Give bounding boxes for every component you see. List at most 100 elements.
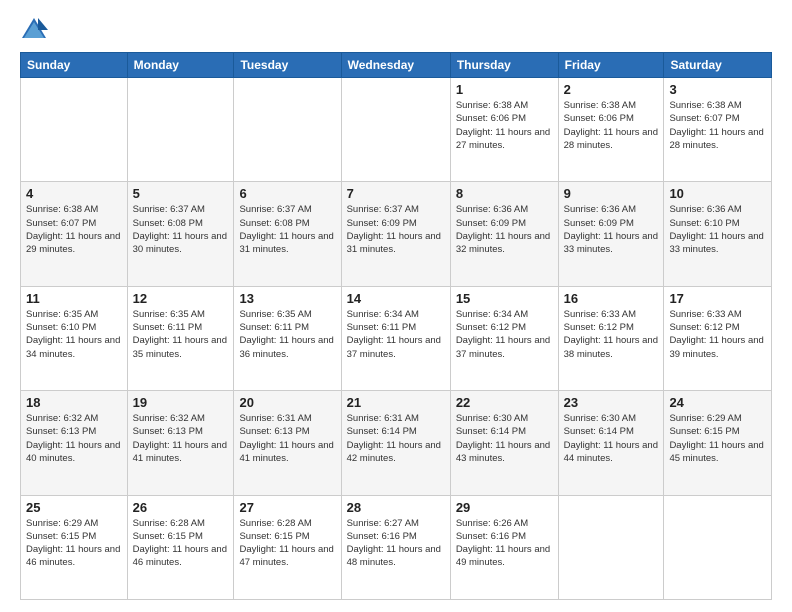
calendar-cell: 22 Sunrise: 6:30 AM Sunset: 6:14 PM Dayli…: [450, 391, 558, 495]
calendar-cell: [558, 495, 664, 599]
day-number: 29: [456, 500, 553, 515]
day-info: Sunrise: 6:36 AM Sunset: 6:09 PM Dayligh…: [564, 203, 659, 256]
logo-icon: [20, 16, 48, 44]
calendar-cell: 24 Sunrise: 6:29 AM Sunset: 6:15 PM Dayli…: [664, 391, 772, 495]
day-number: 1: [456, 82, 553, 97]
calendar-cell: [21, 78, 128, 182]
day-info: Sunrise: 6:28 AM Sunset: 6:15 PM Dayligh…: [239, 517, 335, 570]
calendar-cell: 13 Sunrise: 6:35 AM Sunset: 6:11 PM Dayli…: [234, 286, 341, 390]
calendar-cell: 28 Sunrise: 6:27 AM Sunset: 6:16 PM Dayli…: [341, 495, 450, 599]
calendar-cell: 15Sunrise: 6:34 AM Sunset: 6:12 PM Dayli…: [450, 286, 558, 390]
day-number: 17: [669, 291, 766, 306]
calendar-row: 18 Sunrise: 6:32 AM Sunset: 6:13 PM Dayli…: [21, 391, 772, 495]
calendar-cell: 11 Sunrise: 6:35 AM Sunset: 6:10 PM Dayli…: [21, 286, 128, 390]
day-number: 11: [26, 291, 122, 306]
day-info: Sunrise: 6:35 AM Sunset: 6:10 PM Dayligh…: [26, 308, 122, 361]
weekday-header: Friday: [558, 53, 664, 78]
day-info: Sunrise: 6:35 AM Sunset: 6:11 PM Dayligh…: [239, 308, 335, 361]
day-info: Sunrise: 6:35 AM Sunset: 6:11 PM Dayligh…: [133, 308, 229, 361]
header: [20, 16, 772, 44]
day-info: Sunrise: 6:30 AM Sunset: 6:14 PM Dayligh…: [564, 412, 659, 465]
day-number: 15: [456, 291, 553, 306]
day-info: Sunrise: 6:38 AM Sunset: 6:07 PM Dayligh…: [26, 203, 122, 256]
calendar-cell: 26 Sunrise: 6:28 AM Sunset: 6:15 PM Dayli…: [127, 495, 234, 599]
day-info: Sunrise: 6:37 AM Sunset: 6:08 PM Dayligh…: [239, 203, 335, 256]
calendar-cell: 19 Sunrise: 6:32 AM Sunset: 6:13 PM Dayli…: [127, 391, 234, 495]
day-info: Sunrise: 6:29 AM Sunset: 6:15 PM Dayligh…: [669, 412, 766, 465]
day-info: Sunrise: 6:31 AM Sunset: 6:14 PM Dayligh…: [347, 412, 445, 465]
calendar-cell: 4 Sunrise: 6:38 AM Sunset: 6:07 PM Daylig…: [21, 182, 128, 286]
calendar-cell: 6 Sunrise: 6:37 AM Sunset: 6:08 PM Daylig…: [234, 182, 341, 286]
day-number: 21: [347, 395, 445, 410]
day-number: 12: [133, 291, 229, 306]
day-info: Sunrise: 6:31 AM Sunset: 6:13 PM Dayligh…: [239, 412, 335, 465]
logo: [20, 16, 52, 44]
day-number: 19: [133, 395, 229, 410]
day-info: Sunrise: 6:34 AM Sunset: 6:11 PM Dayligh…: [347, 308, 445, 361]
calendar-cell: 9Sunrise: 6:36 AM Sunset: 6:09 PM Daylig…: [558, 182, 664, 286]
day-info: Sunrise: 6:32 AM Sunset: 6:13 PM Dayligh…: [133, 412, 229, 465]
day-number: 16: [564, 291, 659, 306]
calendar-cell: 12 Sunrise: 6:35 AM Sunset: 6:11 PM Dayli…: [127, 286, 234, 390]
day-number: 8: [456, 186, 553, 201]
day-number: 18: [26, 395, 122, 410]
calendar-cell: [127, 78, 234, 182]
calendar-cell: [664, 495, 772, 599]
day-info: Sunrise: 6:38 AM Sunset: 6:06 PM Dayligh…: [456, 99, 553, 152]
calendar-cell: 25Sunrise: 6:29 AM Sunset: 6:15 PM Dayli…: [21, 495, 128, 599]
day-number: 20: [239, 395, 335, 410]
calendar-cell: 23 Sunrise: 6:30 AM Sunset: 6:14 PM Dayli…: [558, 391, 664, 495]
day-info: Sunrise: 6:30 AM Sunset: 6:14 PM Dayligh…: [456, 412, 553, 465]
day-number: 10: [669, 186, 766, 201]
day-info: Sunrise: 6:28 AM Sunset: 6:15 PM Dayligh…: [133, 517, 229, 570]
day-number: 23: [564, 395, 659, 410]
day-info: Sunrise: 6:33 AM Sunset: 6:12 PM Dayligh…: [669, 308, 766, 361]
weekday-header: Tuesday: [234, 53, 341, 78]
day-info: Sunrise: 6:36 AM Sunset: 6:10 PM Dayligh…: [669, 203, 766, 256]
calendar-cell: 7Sunrise: 6:37 AM Sunset: 6:09 PM Daylig…: [341, 182, 450, 286]
day-number: 24: [669, 395, 766, 410]
page: SundayMondayTuesdayWednesdayThursdayFrid…: [0, 0, 792, 612]
day-info: Sunrise: 6:33 AM Sunset: 6:12 PM Dayligh…: [564, 308, 659, 361]
calendar-cell: 14Sunrise: 6:34 AM Sunset: 6:11 PM Dayli…: [341, 286, 450, 390]
day-number: 22: [456, 395, 553, 410]
day-number: 28: [347, 500, 445, 515]
day-info: Sunrise: 6:32 AM Sunset: 6:13 PM Dayligh…: [26, 412, 122, 465]
calendar-cell: 18 Sunrise: 6:32 AM Sunset: 6:13 PM Dayli…: [21, 391, 128, 495]
day-info: Sunrise: 6:37 AM Sunset: 6:09 PM Dayligh…: [347, 203, 445, 256]
day-info: Sunrise: 6:29 AM Sunset: 6:15 PM Dayligh…: [26, 517, 122, 570]
weekday-header: Wednesday: [341, 53, 450, 78]
weekday-header: Saturday: [664, 53, 772, 78]
calendar-cell: 2Sunrise: 6:38 AM Sunset: 6:06 PM Daylig…: [558, 78, 664, 182]
day-number: 3: [669, 82, 766, 97]
day-info: Sunrise: 6:36 AM Sunset: 6:09 PM Dayligh…: [456, 203, 553, 256]
calendar-body: 1 Sunrise: 6:38 AM Sunset: 6:06 PM Daylig…: [21, 78, 772, 600]
calendar-cell: 1 Sunrise: 6:38 AM Sunset: 6:06 PM Daylig…: [450, 78, 558, 182]
calendar-header: SundayMondayTuesdayWednesdayThursdayFrid…: [21, 53, 772, 78]
calendar-table: SundayMondayTuesdayWednesdayThursdayFrid…: [20, 52, 772, 600]
calendar-row: 1 Sunrise: 6:38 AM Sunset: 6:06 PM Daylig…: [21, 78, 772, 182]
day-info: Sunrise: 6:38 AM Sunset: 6:06 PM Dayligh…: [564, 99, 659, 152]
day-number: 4: [26, 186, 122, 201]
day-number: 5: [133, 186, 229, 201]
calendar-row: 11 Sunrise: 6:35 AM Sunset: 6:10 PM Dayli…: [21, 286, 772, 390]
day-info: Sunrise: 6:37 AM Sunset: 6:08 PM Dayligh…: [133, 203, 229, 256]
calendar-cell: 21 Sunrise: 6:31 AM Sunset: 6:14 PM Dayli…: [341, 391, 450, 495]
calendar-cell: 27 Sunrise: 6:28 AM Sunset: 6:15 PM Dayli…: [234, 495, 341, 599]
day-number: 6: [239, 186, 335, 201]
day-number: 13: [239, 291, 335, 306]
calendar-cell: 17 Sunrise: 6:33 AM Sunset: 6:12 PM Dayli…: [664, 286, 772, 390]
calendar-cell: 3Sunrise: 6:38 AM Sunset: 6:07 PM Daylig…: [664, 78, 772, 182]
calendar-cell: 5 Sunrise: 6:37 AM Sunset: 6:08 PM Daylig…: [127, 182, 234, 286]
calendar-row: 25Sunrise: 6:29 AM Sunset: 6:15 PM Dayli…: [21, 495, 772, 599]
weekday-header: Thursday: [450, 53, 558, 78]
weekday-header: Sunday: [21, 53, 128, 78]
day-info: Sunrise: 6:26 AM Sunset: 6:16 PM Dayligh…: [456, 517, 553, 570]
day-number: 27: [239, 500, 335, 515]
day-number: 26: [133, 500, 229, 515]
calendar-cell: [341, 78, 450, 182]
calendar-row: 4 Sunrise: 6:38 AM Sunset: 6:07 PM Daylig…: [21, 182, 772, 286]
weekday-header: Monday: [127, 53, 234, 78]
calendar-cell: 29 Sunrise: 6:26 AM Sunset: 6:16 PM Dayli…: [450, 495, 558, 599]
day-info: Sunrise: 6:27 AM Sunset: 6:16 PM Dayligh…: [347, 517, 445, 570]
